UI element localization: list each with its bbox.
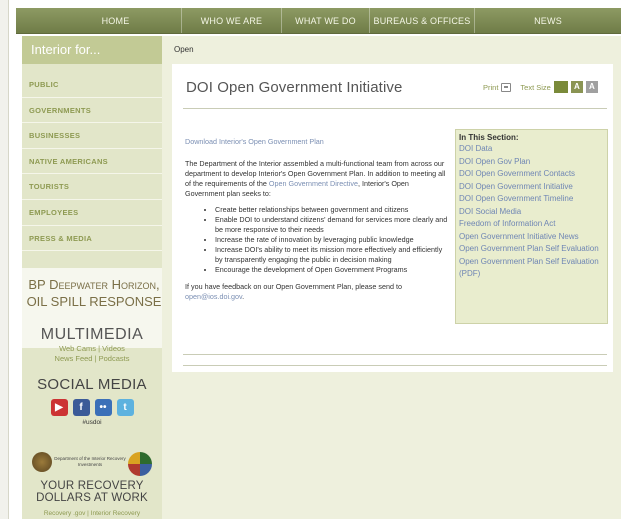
oil-spill-line1: BP Deepwater Horizon, xyxy=(28,277,160,292)
bottom-divider-1 xyxy=(183,354,607,355)
interior-for-heading: Interior for... xyxy=(22,36,162,64)
section-link-doi-data[interactable]: DOI Data xyxy=(459,143,604,156)
recovery-badge-text: Department of the Interior Recovery Inve… xyxy=(54,456,126,467)
social-icons: ▶ f •• t xyxy=(28,399,156,416)
list-item: Encourage the development of Open Govern… xyxy=(215,265,448,275)
download-plan-link[interactable]: Download Interior's Open Government Plan xyxy=(185,137,448,147)
sidebar-item-tourists[interactable]: TOURISTS xyxy=(22,174,162,200)
text-size-medium-button[interactable]: A xyxy=(570,81,583,93)
multimedia-box: MULTIMEDIA Web Cams | Videos News Feed |… xyxy=(22,326,162,370)
nav-news[interactable]: NEWS xyxy=(475,8,621,33)
print-icon[interactable] xyxy=(501,82,512,92)
social-hashtag: #usdoi xyxy=(82,419,102,426)
recovery-box[interactable]: Department of the Interior Recovery Inve… xyxy=(22,448,162,519)
text-size-large-button[interactable]: A xyxy=(585,81,598,93)
section-link-self-evaluation[interactable]: Open Government Plan Self Evaluation xyxy=(459,243,604,256)
recovery-title-line1: YOUR RECOVERY xyxy=(40,480,144,492)
social-media-title: SOCIAL MEDIA xyxy=(37,376,147,393)
in-this-section-box: In This Section: DOI Data DOI Open Gov P… xyxy=(455,129,608,324)
sidebar-item-public[interactable]: PUBLIC xyxy=(22,72,162,98)
page-title: DOI Open Government Initiative xyxy=(186,79,403,96)
goals-list: Create better relationships between gove… xyxy=(185,205,448,275)
bottom-divider-2 xyxy=(183,365,607,366)
recovery-links[interactable]: Recovery .gov | Interior Recovery xyxy=(22,510,162,517)
multimedia-links-1[interactable]: Web Cams | Videos xyxy=(22,344,162,354)
text-size-label: Text Size xyxy=(520,82,551,92)
title-divider xyxy=(183,108,607,109)
sidebar-item-native-americans[interactable]: NATIVE AMERICANS xyxy=(22,149,162,175)
oil-spill-line2: OIL SPILL RESPONSE xyxy=(26,294,162,309)
sidebar-item-press-media[interactable]: PRESS & MEDIA xyxy=(22,226,162,252)
recovery-logo-icon xyxy=(128,452,152,476)
top-navigation: HOME WHO WE ARE WHAT WE DO BUREAUS & OFF… xyxy=(16,8,621,34)
page: HOME WHO WE ARE WHAT WE DO BUREAUS & OFF… xyxy=(0,0,621,519)
section-link-social-media[interactable]: DOI Social Media xyxy=(459,206,604,219)
list-item: Create better relationships between gove… xyxy=(215,205,448,215)
section-link-initiative-news[interactable]: Open Government Initiative News xyxy=(459,231,604,244)
left-frame-border xyxy=(0,0,9,519)
nav-who-we-are[interactable]: WHO WE ARE xyxy=(182,8,282,33)
section-link-open-gov-plan[interactable]: DOI Open Gov Plan xyxy=(459,156,604,169)
in-this-section-title: In This Section: xyxy=(459,133,519,142)
youtube-icon[interactable]: ▶ xyxy=(50,399,68,416)
main-text: Download Interior's Open Government Plan… xyxy=(185,137,448,302)
multimedia-title: MULTIMEDIA xyxy=(40,326,144,343)
twitter-icon[interactable]: t xyxy=(116,399,134,416)
sidebar-item-governments[interactable]: GOVERNMENTS xyxy=(22,98,162,124)
nav-home[interactable]: HOME xyxy=(16,8,182,33)
multimedia-links-2[interactable]: News Feed | Podcasts xyxy=(22,354,162,364)
open-government-directive-link[interactable]: Open Government Directive xyxy=(269,179,358,188)
facebook-icon[interactable]: f xyxy=(72,399,90,416)
feedback-paragraph: If you have feedback on our Open Governm… xyxy=(185,282,448,302)
list-item: Enable DOI to understand citizens' deman… xyxy=(215,215,448,235)
section-link-foia[interactable]: Freedom of Information Act xyxy=(459,218,604,231)
feedback-text-end: . xyxy=(242,292,245,301)
recovery-badge: Department of the Interior Recovery Inve… xyxy=(32,452,152,476)
feedback-email-link[interactable]: open@ios.doi.gov xyxy=(185,292,242,301)
breadcrumb[interactable]: Open xyxy=(162,36,621,64)
section-link-timeline[interactable]: DOI Open Government Timeline xyxy=(459,193,604,206)
text-size-small-button[interactable] xyxy=(553,81,568,93)
sidebar-item-employees[interactable]: EMPLOYEES xyxy=(22,200,162,226)
recovery-title: YOUR RECOVERY DOLLARS AT WORK xyxy=(22,480,162,504)
social-media-box: SOCIAL MEDIA ▶ f •• t #usdoi xyxy=(28,376,156,446)
sidebar: Interior for... PUBLIC GOVERNMENTS BUSIN… xyxy=(22,36,162,519)
feedback-text: If you have feedback on our Open Governm… xyxy=(185,282,402,291)
nav-bureaus-offices[interactable]: BUREAUS & OFFICES xyxy=(370,8,475,33)
recovery-title-line2: DOLLARS AT WORK xyxy=(36,492,148,504)
oil-spill-response-link[interactable]: BP Deepwater Horizon, OIL SPILL RESPONSE xyxy=(26,276,162,310)
sidebar-menu: PUBLIC GOVERNMENTS BUSINESSES NATIVE AME… xyxy=(22,72,162,252)
nav-what-we-do[interactable]: WHAT WE DO xyxy=(282,8,370,33)
page-tools: Print Text Size A A xyxy=(483,81,598,93)
doi-seal-icon xyxy=(32,452,52,472)
print-link[interactable]: Print xyxy=(483,83,498,92)
section-link-initiative[interactable]: DOI Open Government Initiative xyxy=(459,181,604,194)
flickr-icon[interactable]: •• xyxy=(94,399,112,416)
section-link-self-evaluation-pdf[interactable]: Open Government Plan Self Evaluation (PD… xyxy=(459,256,604,281)
list-item: Increase the rate of innovation by lever… xyxy=(215,235,448,245)
list-item: Increase DOI's ability to meet its missi… xyxy=(215,245,448,265)
intro-paragraph: The Department of the Interior assembled… xyxy=(185,159,448,199)
section-link-contacts[interactable]: DOI Open Government Contacts xyxy=(459,168,604,181)
sidebar-item-businesses[interactable]: BUSINESSES xyxy=(22,123,162,149)
